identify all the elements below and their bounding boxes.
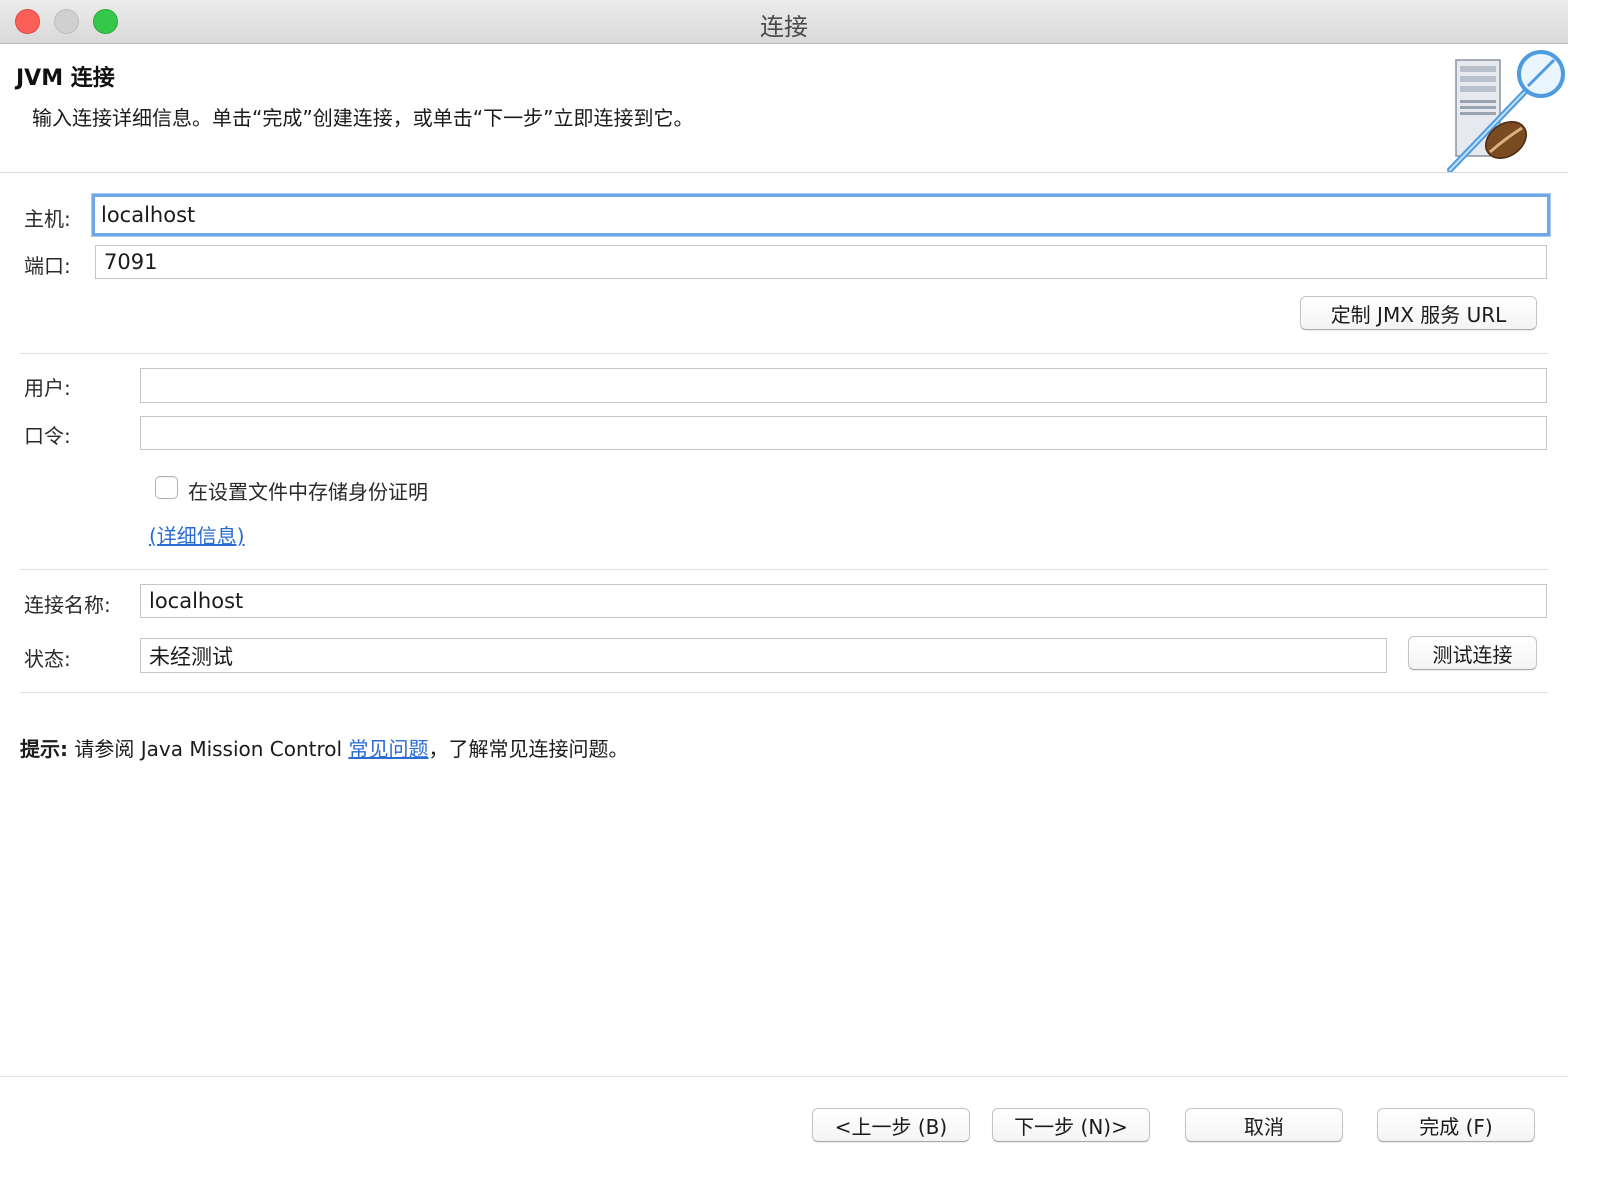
store-credentials-checkbox[interactable]	[155, 476, 178, 499]
connection-dialog: 连接 JVM 连接 输入连接详细信息。单击“完成”创建连接，或单击“下一步”立即…	[0, 0, 1568, 1160]
page-title: JVM 连接	[16, 66, 115, 91]
next-button[interactable]: 下一步 (N)>	[992, 1108, 1150, 1142]
details-link[interactable]: (详细信息)	[149, 520, 245, 549]
title-bar[interactable]: 连接	[0, 0, 1568, 44]
connection-name-input[interactable]: localhost	[140, 584, 1547, 618]
port-input[interactable]: 7091	[95, 245, 1547, 279]
custom-jmx-url-button[interactable]: 定制 JMX 服务 URL	[1300, 296, 1537, 330]
faq-link[interactable]: 常见问题	[348, 737, 428, 761]
password-input[interactable]	[140, 416, 1547, 450]
section-divider	[20, 692, 1548, 693]
window-title: 连接	[760, 13, 808, 41]
jvm-connection-wizard-icon	[1444, 44, 1568, 172]
user-input[interactable]	[140, 368, 1547, 403]
finish-button[interactable]: 完成 (F)	[1377, 1108, 1535, 1142]
status-field: 未经测试	[140, 638, 1387, 673]
footer-divider	[0, 1076, 1568, 1077]
hint-label: 提示:	[20, 737, 68, 761]
hint-text-before: 请参阅 Java Mission Control	[68, 737, 349, 761]
cancel-button[interactable]: 取消	[1185, 1108, 1343, 1142]
section-divider	[20, 569, 1548, 570]
password-label: 口令:	[24, 424, 71, 448]
host-input[interactable]: localhost	[92, 194, 1550, 236]
connection-name-label: 连接名称:	[24, 593, 111, 617]
store-credentials-label[interactable]: 在设置文件中存储身份证明	[188, 476, 428, 505]
status-label: 状态:	[24, 647, 71, 671]
host-label: 主机:	[24, 207, 71, 231]
hint-text-after: ，了解常见连接问题。	[428, 737, 629, 761]
hint-text: 提示: 请参阅 Java Mission Control 常见问题，了解常见连接…	[20, 733, 628, 762]
test-connection-button[interactable]: 测试连接	[1408, 636, 1537, 670]
back-button[interactable]: <上一步 (B)	[812, 1108, 970, 1142]
page-description: 输入连接详细信息。单击“完成”创建连接，或单击“下一步”立即连接到它。	[32, 106, 694, 130]
section-divider	[20, 353, 1548, 354]
port-label: 端口:	[24, 254, 71, 278]
wizard-header: JVM 连接 输入连接详细信息。单击“完成”创建连接，或单击“下一步”立即连接到…	[0, 44, 1568, 173]
user-label: 用户:	[24, 376, 71, 400]
